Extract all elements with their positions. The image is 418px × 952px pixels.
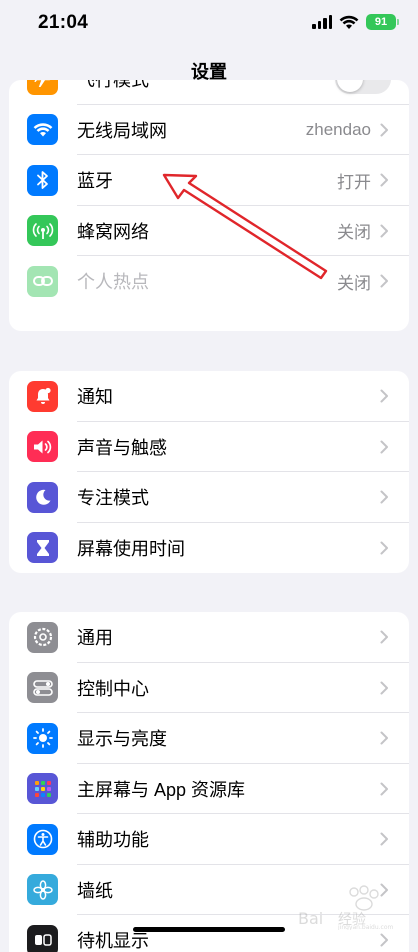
row-value: 关闭: [337, 223, 371, 243]
chevron-right-icon: [380, 440, 388, 454]
row-value: 关闭: [337, 273, 371, 293]
row-sounds-haptics[interactable]: 声音与触感: [9, 422, 409, 472]
row-control-center[interactable]: 控制中心: [9, 663, 409, 713]
bluetooth-icon: [27, 164, 58, 196]
row-label: 声音与触感: [77, 437, 167, 458]
svg-text:Bai: Bai: [298, 909, 323, 928]
moon-icon: [27, 481, 58, 513]
status-icons: 91: [312, 14, 399, 30]
airplane-mode-toggle[interactable]: [335, 80, 391, 95]
chevron-right-icon: [380, 389, 388, 403]
speaker-icon: [27, 431, 58, 463]
row-bluetooth[interactable]: 蓝牙 打开: [9, 155, 409, 206]
chevron-right-icon: [380, 224, 388, 238]
row-label: 屏幕使用时间: [77, 538, 185, 559]
svg-text:jingyan.baidu.com: jingyan.baidu.com: [337, 924, 394, 930]
battery-icon: 91: [366, 14, 399, 30]
wifi-status-icon: [339, 15, 359, 29]
airplane-icon: [27, 80, 58, 95]
hotspot-icon: [27, 265, 58, 297]
app-grid-icon: [27, 773, 58, 805]
chevron-right-icon: [380, 541, 388, 555]
chevron-right-icon: [380, 782, 388, 796]
row-display-brightness[interactable]: 显示与亮度: [9, 713, 409, 764]
row-focus[interactable]: 专注模式: [9, 472, 409, 523]
row-accessibility[interactable]: 辅助功能: [9, 814, 409, 865]
flower-icon: [27, 874, 58, 906]
row-label: 蜂窝网络: [77, 221, 149, 242]
standby-icon: [27, 924, 58, 952]
signal-icon: [312, 15, 332, 29]
row-value: zhendao: [305, 119, 371, 139]
row-screen-time[interactable]: 屏幕使用时间: [9, 523, 409, 574]
chevron-right-icon: [380, 490, 388, 504]
bell-icon: [27, 380, 58, 412]
switches-icon: [27, 672, 58, 704]
home-indicator[interactable]: [133, 927, 285, 932]
chevron-right-icon: [380, 832, 388, 846]
row-notifications[interactable]: 通知: [9, 371, 409, 422]
row-general[interactable]: 通用: [9, 612, 409, 663]
row-label: 蓝牙: [77, 171, 113, 192]
wifi-icon: [27, 114, 58, 146]
hourglass-icon: [27, 532, 58, 564]
row-label: 控制中心: [77, 678, 149, 699]
sun-icon: [27, 722, 58, 754]
accessibility-icon: [27, 823, 58, 855]
row-airplane-mode[interactable]: 飞行模式: [9, 80, 409, 105]
gear-icon: [27, 621, 58, 653]
chevron-right-icon: [380, 933, 388, 947]
row-label: 飞行模式: [77, 80, 149, 91]
chevron-right-icon: [380, 630, 388, 644]
watermark-logo: Bai 经验 jingyan.baidu.com: [298, 885, 394, 930]
chevron-right-icon: [380, 681, 388, 695]
chevron-right-icon: [380, 123, 388, 137]
row-label: 专注模式: [77, 488, 149, 509]
row-label: 辅助功能: [77, 830, 149, 851]
connectivity-group: 飞行模式 无线局域网 zhendao 蓝牙 打开 蜂窝网络 关闭 个人热点 关闭: [9, 80, 409, 331]
chevron-right-icon: [380, 173, 388, 187]
status-bar: 21:04 91: [0, 0, 418, 48]
row-cellular[interactable]: 蜂窝网络 关闭: [9, 206, 409, 256]
notifications-group: 通知 声音与触感 专注模式 屏幕使用时间: [9, 371, 409, 573]
row-label: 显示与亮度: [77, 729, 167, 750]
row-label: 主屏幕与 App 资源库: [77, 779, 246, 800]
row-value: 打开: [337, 172, 371, 192]
row-wlan[interactable]: 无线局域网 zhendao: [9, 105, 409, 155]
row-label: 墙纸: [77, 880, 113, 901]
row-label: 无线局域网: [77, 120, 167, 141]
row-personal-hotspot[interactable]: 个人热点 关闭: [9, 256, 409, 307]
status-time: 21:04: [38, 12, 89, 33]
row-label: 个人热点: [77, 272, 149, 293]
chevron-right-icon: [380, 731, 388, 745]
row-label: 通知: [77, 387, 113, 408]
row-label: 通用: [77, 628, 113, 649]
row-home-screen-app-library[interactable]: 主屏幕与 App 资源库: [9, 764, 409, 814]
chevron-right-icon: [380, 274, 388, 288]
cellular-icon: [27, 215, 58, 247]
